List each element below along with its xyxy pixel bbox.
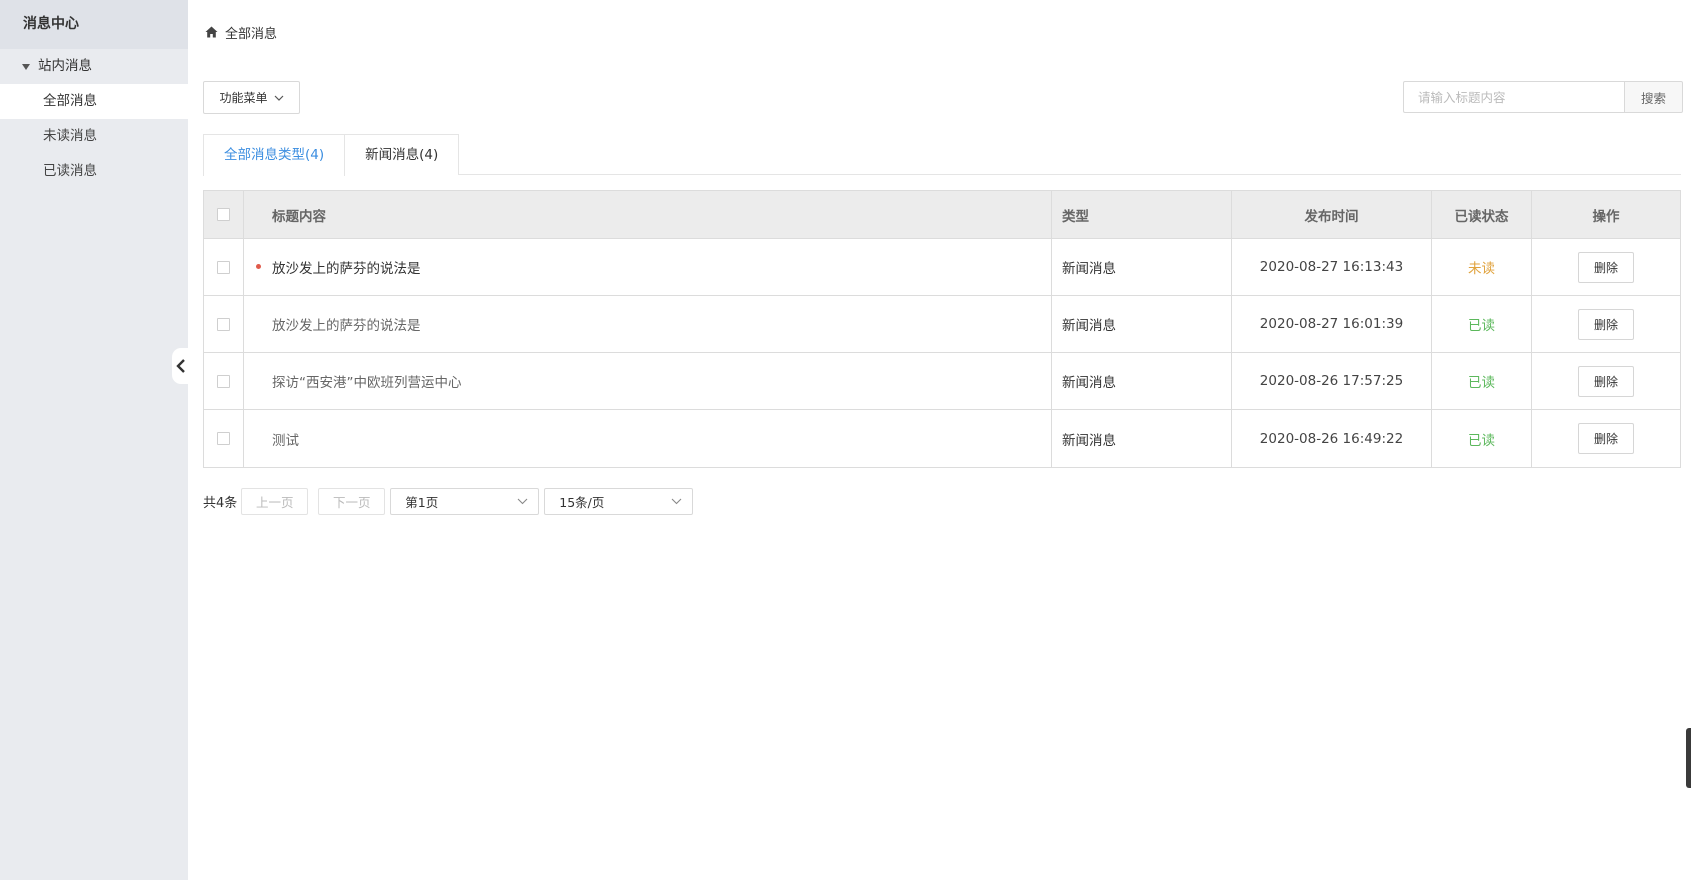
delete-button[interactable]: 删除 [1578,251,1634,283]
function-menu-dropdown[interactable]: 功能菜单 [203,81,300,114]
tab-all-message-types[interactable]: 全部消息类型(4) [203,134,346,176]
delete-button[interactable]: 删除 [1578,308,1634,340]
read-status: 已读 [1432,296,1532,352]
page-size-value: 15条/页 [559,495,605,510]
column-header-time: 发布时间 [1232,191,1432,238]
caret-down-icon [22,63,30,70]
table-row: 放沙发上的萨芬的说法是 新闻消息 2020-08-27 16:01:39 已读 … [204,296,1680,353]
row-checkbox[interactable] [217,317,230,331]
sidebar-item-all-messages[interactable]: 全部消息 [0,84,188,119]
message-time: 2020-08-26 16:49:22 [1232,410,1432,467]
chevron-down-icon [274,95,283,101]
pagination: 共4条 上一页 下一页 第1页 15条/页 [203,488,698,515]
unread-dot-icon [256,264,261,269]
sidebar-item-read-messages[interactable]: 已读消息 [0,154,188,189]
sidebar-title: 消息中心 [0,0,188,49]
prev-page-button[interactable]: 上一页 [241,488,309,515]
row-checkbox[interactable] [217,432,230,445]
column-header-type: 类型 [1052,191,1232,238]
breadcrumb-label: 全部消息 [225,26,278,42]
column-header-status: 已读状态 [1432,191,1532,238]
column-header-title: 标题内容 [244,191,1052,238]
home-icon [205,26,218,38]
table-header: 标题内容 类型 发布时间 已读状态 操作 [204,191,1680,239]
read-status: 未读 [1432,239,1532,295]
side-handle[interactable] [1686,728,1691,788]
message-type-tabs: 全部消息类型(4) 新闻消息(4) [203,134,1681,176]
chevron-left-icon [176,359,185,373]
message-title[interactable]: 放沙发上的萨芬的说法是 [272,257,421,277]
message-time: 2020-08-26 17:57:25 [1232,353,1432,409]
search-button[interactable]: 搜索 [1624,81,1683,113]
column-header-actions: 操作 [1592,208,1620,225]
page-select-value: 第1页 [405,495,439,510]
search-input[interactable] [1403,81,1624,113]
message-type: 新闻消息 [1052,296,1232,352]
read-status: 已读 [1432,410,1532,467]
page-select[interactable]: 第1页 [390,488,540,515]
chevron-down-icon [517,498,528,505]
search-bar: 搜索 [1403,81,1683,113]
chevron-down-icon [671,498,682,505]
sidebar-item-unread-messages[interactable]: 未读消息 [0,119,188,154]
function-menu-label: 功能菜单 [219,91,268,105]
row-checkbox[interactable] [217,374,230,388]
table-row: 探访“西安港”中欧班列营运中心 新闻消息 2020-08-26 17:57:25… [204,353,1680,410]
row-checkbox[interactable] [217,260,230,274]
sidebar-group-label: 站内消息 [38,58,92,74]
delete-button[interactable]: 删除 [1578,365,1634,397]
sidebar: 消息中心 站内消息 全部消息 未读消息 已读消息 [0,0,188,880]
message-type: 新闻消息 [1052,410,1232,467]
select-all-checkbox[interactable] [217,208,230,221]
page-size-select[interactable]: 15条/页 [544,488,694,515]
message-title[interactable]: 探访“西安港”中欧班列营运中心 [272,371,462,391]
table-row: 放沙发上的萨芬的说法是 新闻消息 2020-08-27 16:13:43 未读 … [204,239,1680,296]
delete-button[interactable]: 删除 [1578,423,1634,454]
message-title[interactable]: 测试 [272,429,299,449]
message-type: 新闻消息 [1052,353,1232,409]
message-time: 2020-08-27 16:01:39 [1232,296,1432,352]
breadcrumb: 全部消息 [205,23,278,42]
message-type: 新闻消息 [1052,239,1232,295]
tab-news-messages[interactable]: 新闻消息(4) [344,134,460,175]
read-status: 已读 [1432,353,1532,409]
main-content: 全部消息 功能菜单 搜索 全部消息类型(4) 新闻消息(4) 标题内容 类型 发… [188,0,1691,880]
message-time: 2020-08-27 16:13:43 [1232,239,1432,295]
message-title[interactable]: 放沙发上的萨芬的说法是 [272,314,421,334]
sidebar-group-site-messages[interactable]: 站内消息 [0,49,188,84]
next-page-button[interactable]: 下一页 [318,488,386,515]
messages-table: 标题内容 类型 发布时间 已读状态 操作 放沙发上的萨芬的说法是 新闻消息 20… [203,190,1681,468]
total-count: 共4条 [203,496,238,511]
table-row: 测试 新闻消息 2020-08-26 16:49:22 已读 删除 [204,410,1680,467]
